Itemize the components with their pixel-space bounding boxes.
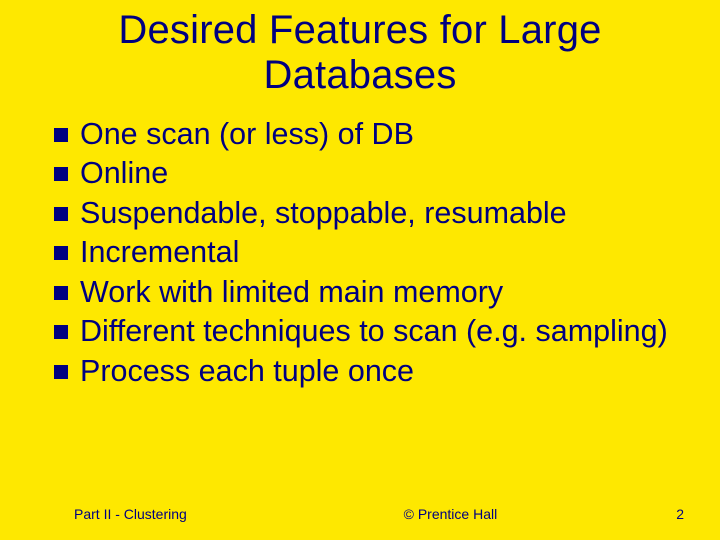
bullet-text: Online (80, 155, 168, 193)
title-line-2: Databases (263, 53, 456, 97)
square-bullet-icon (54, 325, 68, 339)
square-bullet-icon (54, 128, 68, 142)
footer-center: © Prentice Hall (247, 506, 654, 522)
list-item: Process each tuple once (54, 353, 680, 391)
bullet-text: One scan (or less) of DB (80, 116, 414, 154)
list-item: Suspendable, stoppable, resumable (54, 195, 680, 233)
slide-footer: Part II - Clustering © Prentice Hall 2 (0, 506, 720, 522)
bullet-text: Different techniques to scan (e.g. sampl… (80, 313, 668, 351)
list-item: Incremental (54, 234, 680, 272)
list-item: Different techniques to scan (e.g. sampl… (54, 313, 680, 351)
list-item: Online (54, 155, 680, 193)
square-bullet-icon (54, 286, 68, 300)
square-bullet-icon (54, 246, 68, 260)
list-item: Work with limited main memory (54, 274, 680, 312)
slide-title: Desired Features for Large Databases (0, 0, 720, 98)
bullet-list: One scan (or less) of DB Online Suspenda… (0, 116, 720, 391)
bullet-text: Work with limited main memory (80, 274, 503, 312)
bullet-text: Suspendable, stoppable, resumable (80, 195, 567, 233)
square-bullet-icon (54, 167, 68, 181)
footer-page-number: 2 (654, 506, 684, 522)
bullet-text: Incremental (80, 234, 239, 272)
list-item: One scan (or less) of DB (54, 116, 680, 154)
square-bullet-icon (54, 365, 68, 379)
square-bullet-icon (54, 207, 68, 221)
bullet-text: Process each tuple once (80, 353, 414, 391)
title-line-1: Desired Features for Large (118, 8, 601, 52)
footer-left: Part II - Clustering (74, 506, 187, 522)
